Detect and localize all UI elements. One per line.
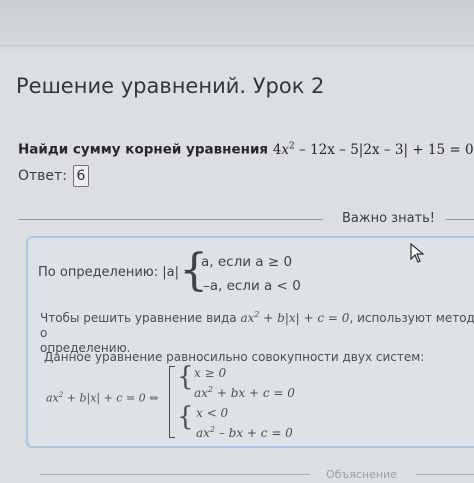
top-bar-divider [0, 45, 474, 46]
task-prompt: Найди сумму корней уравнения 4x2 – 12x –… [18, 141, 474, 158]
footer-divider-right [416, 474, 474, 475]
top-bar [0, 0, 474, 52]
task-equation: 4x2 – 12x – 5|2x – 3| + 15 = 0. [273, 141, 474, 158]
section-divider-left [18, 219, 323, 220]
mouse-cursor-icon [410, 243, 425, 263]
system-lhs: ax2 + b|x| + c = 0 ⇔ [46, 391, 159, 405]
answer-row: Ответ: 6 [18, 164, 89, 188]
system-2-brace: { [177, 402, 194, 432]
system-2-equation: ax2 – bx + c = 0 [196, 425, 293, 440]
definition-label: По определению: |a| = [38, 265, 195, 280]
system-1-condition: x ≥ 0 [194, 366, 227, 380]
answer-label: Ответ: [18, 168, 67, 184]
system-1-equation: ax2 + bx + c = 0 [194, 385, 295, 400]
note-equation: ax2 + b|x| + c = 0 [240, 310, 350, 325]
system-1-brace: { [177, 362, 194, 392]
definition-case-1: a, если a ≥ 0 [201, 254, 293, 270]
system-2-condition: x < 0 [196, 406, 229, 420]
footer-divider-left [40, 474, 310, 475]
definition-case-2: –a, если a < 0 [203, 278, 301, 294]
note-text: Чтобы решить уравнение вида [40, 311, 241, 325]
task-text: Найди сумму корней уравнения [18, 141, 269, 158]
equivalence-text: Данное уравнение равносильно совокупност… [44, 350, 425, 364]
answer-input[interactable]: 6 [72, 165, 89, 187]
important-label: Важно знать! [342, 211, 436, 226]
eq-rest: – 12x – 5|2x – 3| + 15 = 0. [294, 141, 474, 158]
section-divider-right [446, 219, 474, 220]
eq-var: x [281, 141, 290, 158]
union-bracket [169, 366, 175, 438]
method-note: Чтобы решить уравнение вида ax2 + b|x| +… [40, 307, 474, 356]
page-title: Решение уравнений. Урок 2 [16, 74, 325, 98]
explanation-label: Объяснение [326, 468, 397, 481]
